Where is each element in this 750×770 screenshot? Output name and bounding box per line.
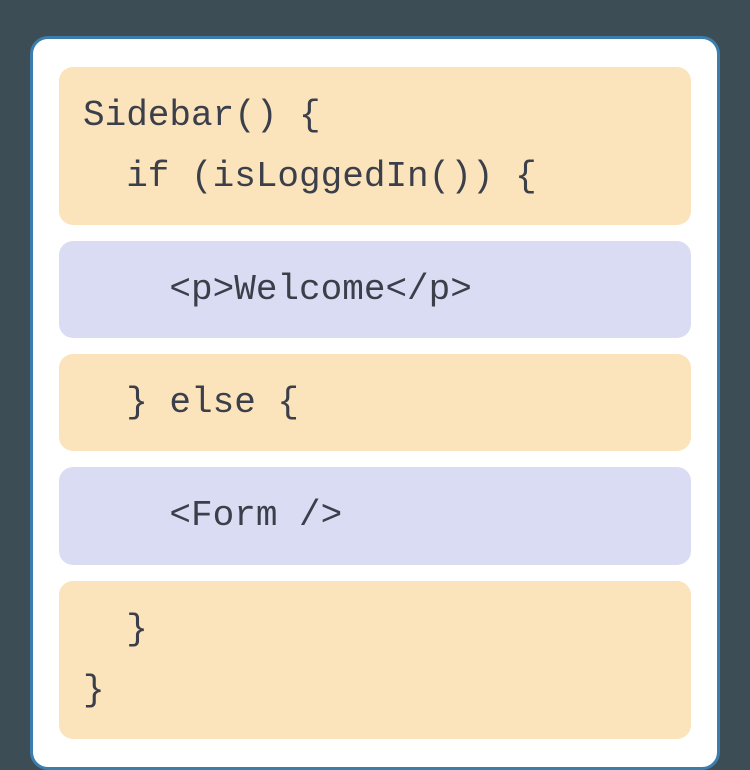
code-block-3: } else { (59, 354, 691, 451)
code-line: } (83, 609, 148, 650)
code-block-5: } } (59, 581, 691, 739)
code-block-2: <p>Welcome</p> (59, 241, 691, 338)
code-line: } else { (83, 382, 299, 423)
code-line: <Form /> (83, 495, 342, 536)
code-line: } (83, 670, 105, 711)
code-line: if (isLoggedIn()) { (83, 156, 537, 197)
code-block-1: Sidebar() { if (isLoggedIn()) { (59, 67, 691, 225)
code-line: Sidebar() { (83, 95, 321, 136)
code-card: Sidebar() { if (isLoggedIn()) { <p>Welco… (30, 36, 720, 770)
code-line: <p>Welcome</p> (83, 269, 472, 310)
code-block-4: <Form /> (59, 467, 691, 564)
